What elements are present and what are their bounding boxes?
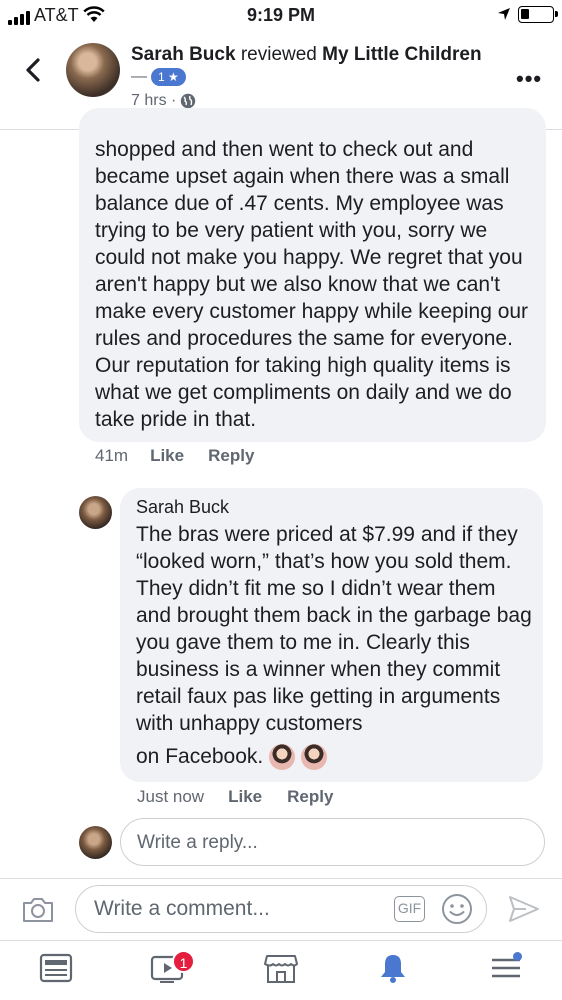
reply-placeholder: Write a reply... xyxy=(137,832,258,853)
camera-icon[interactable] xyxy=(21,896,55,924)
like-button[interactable]: Like xyxy=(228,787,262,807)
avatar xyxy=(79,826,112,859)
reply-text-end: on Facebook. xyxy=(136,745,264,768)
more-options-button[interactable]: ••• xyxy=(516,66,542,92)
send-icon[interactable] xyxy=(508,893,540,925)
notifications-icon[interactable] xyxy=(377,952,409,984)
marketplace-icon[interactable] xyxy=(263,952,299,984)
action-text: reviewed xyxy=(240,44,317,65)
back-button[interactable] xyxy=(20,56,48,84)
emoji-icon[interactable] xyxy=(441,893,473,925)
reply-text: The bras were priced at $7.99 and if the… xyxy=(136,523,532,735)
reply-button[interactable]: Reply xyxy=(208,446,254,466)
globe-icon xyxy=(181,93,196,109)
reply-button[interactable]: Reply xyxy=(287,787,333,807)
like-button[interactable]: Like xyxy=(150,446,184,466)
page-name[interactable]: My Little Children xyxy=(322,44,481,65)
gif-button[interactable]: GIF xyxy=(394,896,425,922)
notification-badge: 1 xyxy=(172,950,195,973)
rating-dash: — xyxy=(131,68,147,85)
battery-icon xyxy=(518,6,558,23)
location-icon xyxy=(498,8,510,20)
avatar[interactable] xyxy=(66,43,120,97)
facepalm-emoji-icon xyxy=(269,744,296,770)
comment-placeholder: Write a comment... xyxy=(94,897,270,920)
menu-indicator-dot xyxy=(513,952,522,961)
reply-author[interactable]: Sarah Buck xyxy=(136,497,229,518)
news-feed-icon[interactable] xyxy=(39,952,73,984)
reply-actions: Just now Like Reply xyxy=(137,787,333,807)
status-bar: AT&T 9:19 PM xyxy=(0,0,562,32)
shrug-emoji-icon xyxy=(301,744,328,770)
reply-last-line: on Facebook. xyxy=(136,744,328,770)
status-time: 9:19 PM xyxy=(246,5,316,25)
avatar[interactable] xyxy=(79,496,112,529)
rating-badge: 1 ★ xyxy=(151,68,186,86)
rating-row: — 1 ★ xyxy=(131,68,186,86)
comment-text: shopped and then went to check out and b… xyxy=(95,138,529,431)
author-name[interactable]: Sarah Buck xyxy=(131,44,236,65)
reply-time: Just now xyxy=(137,787,205,806)
comment-actions: 41m Like Reply xyxy=(95,446,254,466)
comment-time: 41m xyxy=(95,446,129,465)
post-title: Sarah Buck reviewed My Little Children xyxy=(131,44,482,66)
